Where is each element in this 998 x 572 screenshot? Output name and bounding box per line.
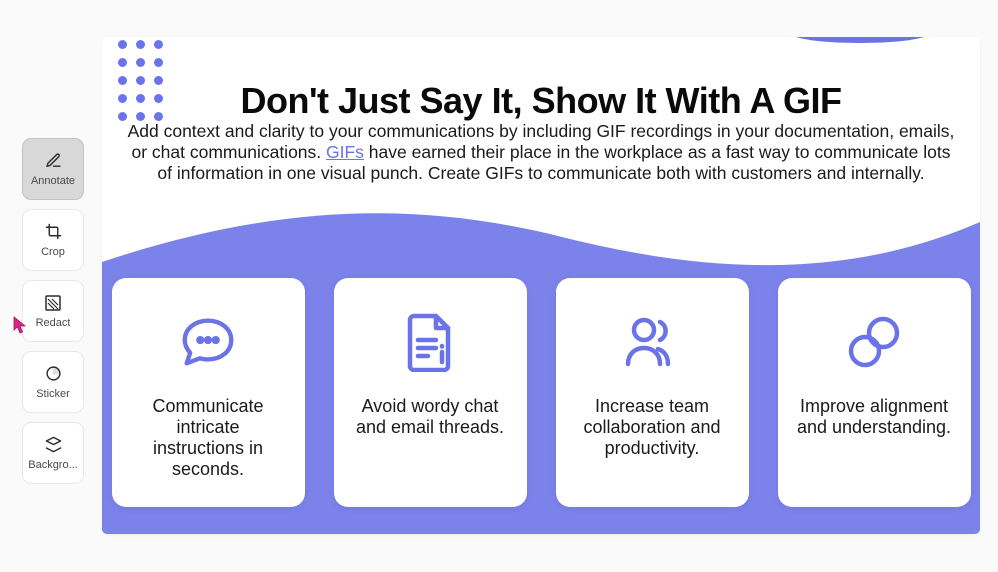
shapes-icon — [843, 306, 905, 378]
card-text: Increase team collaboration and producti… — [574, 396, 731, 459]
background-button[interactable]: Backgro... — [22, 422, 84, 484]
sticker-icon — [44, 365, 62, 383]
page-headline: Don't Just Say It, Show It With A GIF — [102, 80, 980, 122]
feature-card-communicate: Communicate intricate instructions in se… — [112, 278, 305, 507]
page-subhead: Add context and clarity to your communic… — [122, 121, 960, 184]
crop-icon — [44, 223, 62, 241]
feature-cards: Communicate intricate instructions in se… — [110, 278, 972, 507]
document-icon — [404, 306, 456, 378]
team-icon — [620, 306, 684, 378]
background-icon — [44, 436, 62, 454]
pencil-icon — [44, 152, 62, 170]
card-text: Communicate intricate instructions in se… — [130, 396, 287, 480]
annotate-button[interactable]: Annotate — [22, 138, 84, 200]
decorative-blob — [790, 37, 930, 43]
chat-bubble-icon — [177, 306, 239, 378]
editor-toolbar: Annotate Crop Redact Sticker Backgro... — [22, 138, 84, 484]
redact-label: Redact — [36, 317, 71, 329]
feature-card-alignment: Improve alignment and understanding. — [778, 278, 971, 507]
annotate-label: Annotate — [31, 175, 75, 187]
crop-button[interactable]: Crop — [22, 209, 84, 271]
feature-card-team: Increase team collaboration and producti… — [556, 278, 749, 507]
card-text: Avoid wordy chat and email threads. — [352, 396, 509, 438]
crop-label: Crop — [41, 246, 65, 258]
gifs-link[interactable]: GIFs — [326, 142, 364, 162]
redact-icon — [44, 294, 62, 312]
card-text: Improve alignment and understanding. — [796, 396, 953, 438]
feature-card-avoid: Avoid wordy chat and email threads. — [334, 278, 527, 507]
background-label: Backgro... — [28, 459, 78, 471]
sticker-button[interactable]: Sticker — [22, 351, 84, 413]
redact-button[interactable]: Redact — [22, 280, 84, 342]
sticker-label: Sticker — [36, 388, 70, 400]
canvas-viewport: Don't Just Say It, Show It With A GIF Ad… — [102, 37, 980, 534]
